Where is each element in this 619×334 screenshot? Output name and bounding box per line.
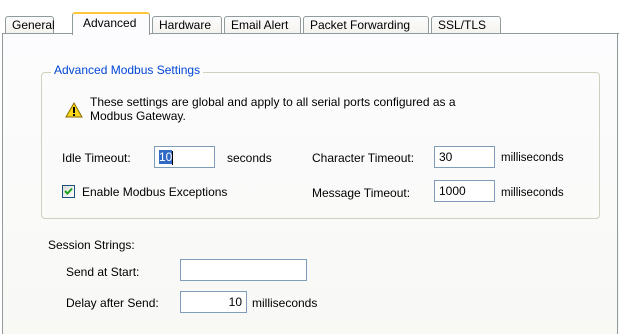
tab-advanced[interactable]: Advanced (72, 12, 150, 35)
character-timeout-label: Character Timeout: (312, 151, 415, 165)
message-timeout-unit: milliseconds (501, 187, 564, 199)
tab-ssl-tls[interactable]: SSL/TLS (431, 16, 501, 33)
modbus-settings-title: Advanced Modbus Settings (51, 63, 204, 78)
warning-line-2: Modbus Gateway. (90, 109, 186, 123)
send-at-start-label: Send at Start: (66, 265, 140, 279)
message-timeout-input[interactable]: 1000 (434, 180, 495, 202)
tab-email-alert[interactable]: Email Alert (224, 16, 301, 33)
tab-packet-forwarding[interactable]: Packet Forwarding (303, 16, 429, 33)
delay-after-send-input[interactable]: 10 (180, 291, 247, 313)
tab-bar: General Advanced Hardware Email Alert Pa… (0, 0, 619, 35)
warning-triangle-icon (65, 102, 83, 118)
idle-timeout-value: 10 (159, 150, 173, 164)
tab-hardware[interactable]: Hardware (152, 16, 222, 33)
tab-general[interactable]: General (5, 16, 55, 33)
modbus-warning-text: These settings are global and apply to a… (90, 95, 510, 123)
session-strings-title: Session Strings: (48, 238, 135, 252)
text-caret (172, 150, 174, 165)
character-timeout-unit: milliseconds (501, 152, 564, 164)
delay-after-send-label: Delay after Send: (66, 296, 159, 310)
character-timeout-input[interactable]: 30 (434, 146, 495, 168)
idle-timeout-label: Idle Timeout: (62, 151, 131, 165)
checkmark-icon (64, 187, 73, 195)
message-timeout-label: Message Timeout: (312, 186, 411, 200)
idle-timeout-unit: seconds (227, 151, 272, 165)
tab-page-right-border (617, 33, 618, 334)
delay-after-send-unit: milliseconds (252, 296, 318, 310)
idle-timeout-input[interactable]: 10 (154, 146, 215, 168)
warning-line-1: These settings are global and apply to a… (90, 95, 456, 109)
enable-modbus-exceptions-label[interactable]: Enable Modbus Exceptions (82, 185, 227, 199)
send-at-start-input[interactable] (180, 259, 307, 281)
enable-modbus-exceptions-checkbox[interactable] (62, 185, 75, 198)
